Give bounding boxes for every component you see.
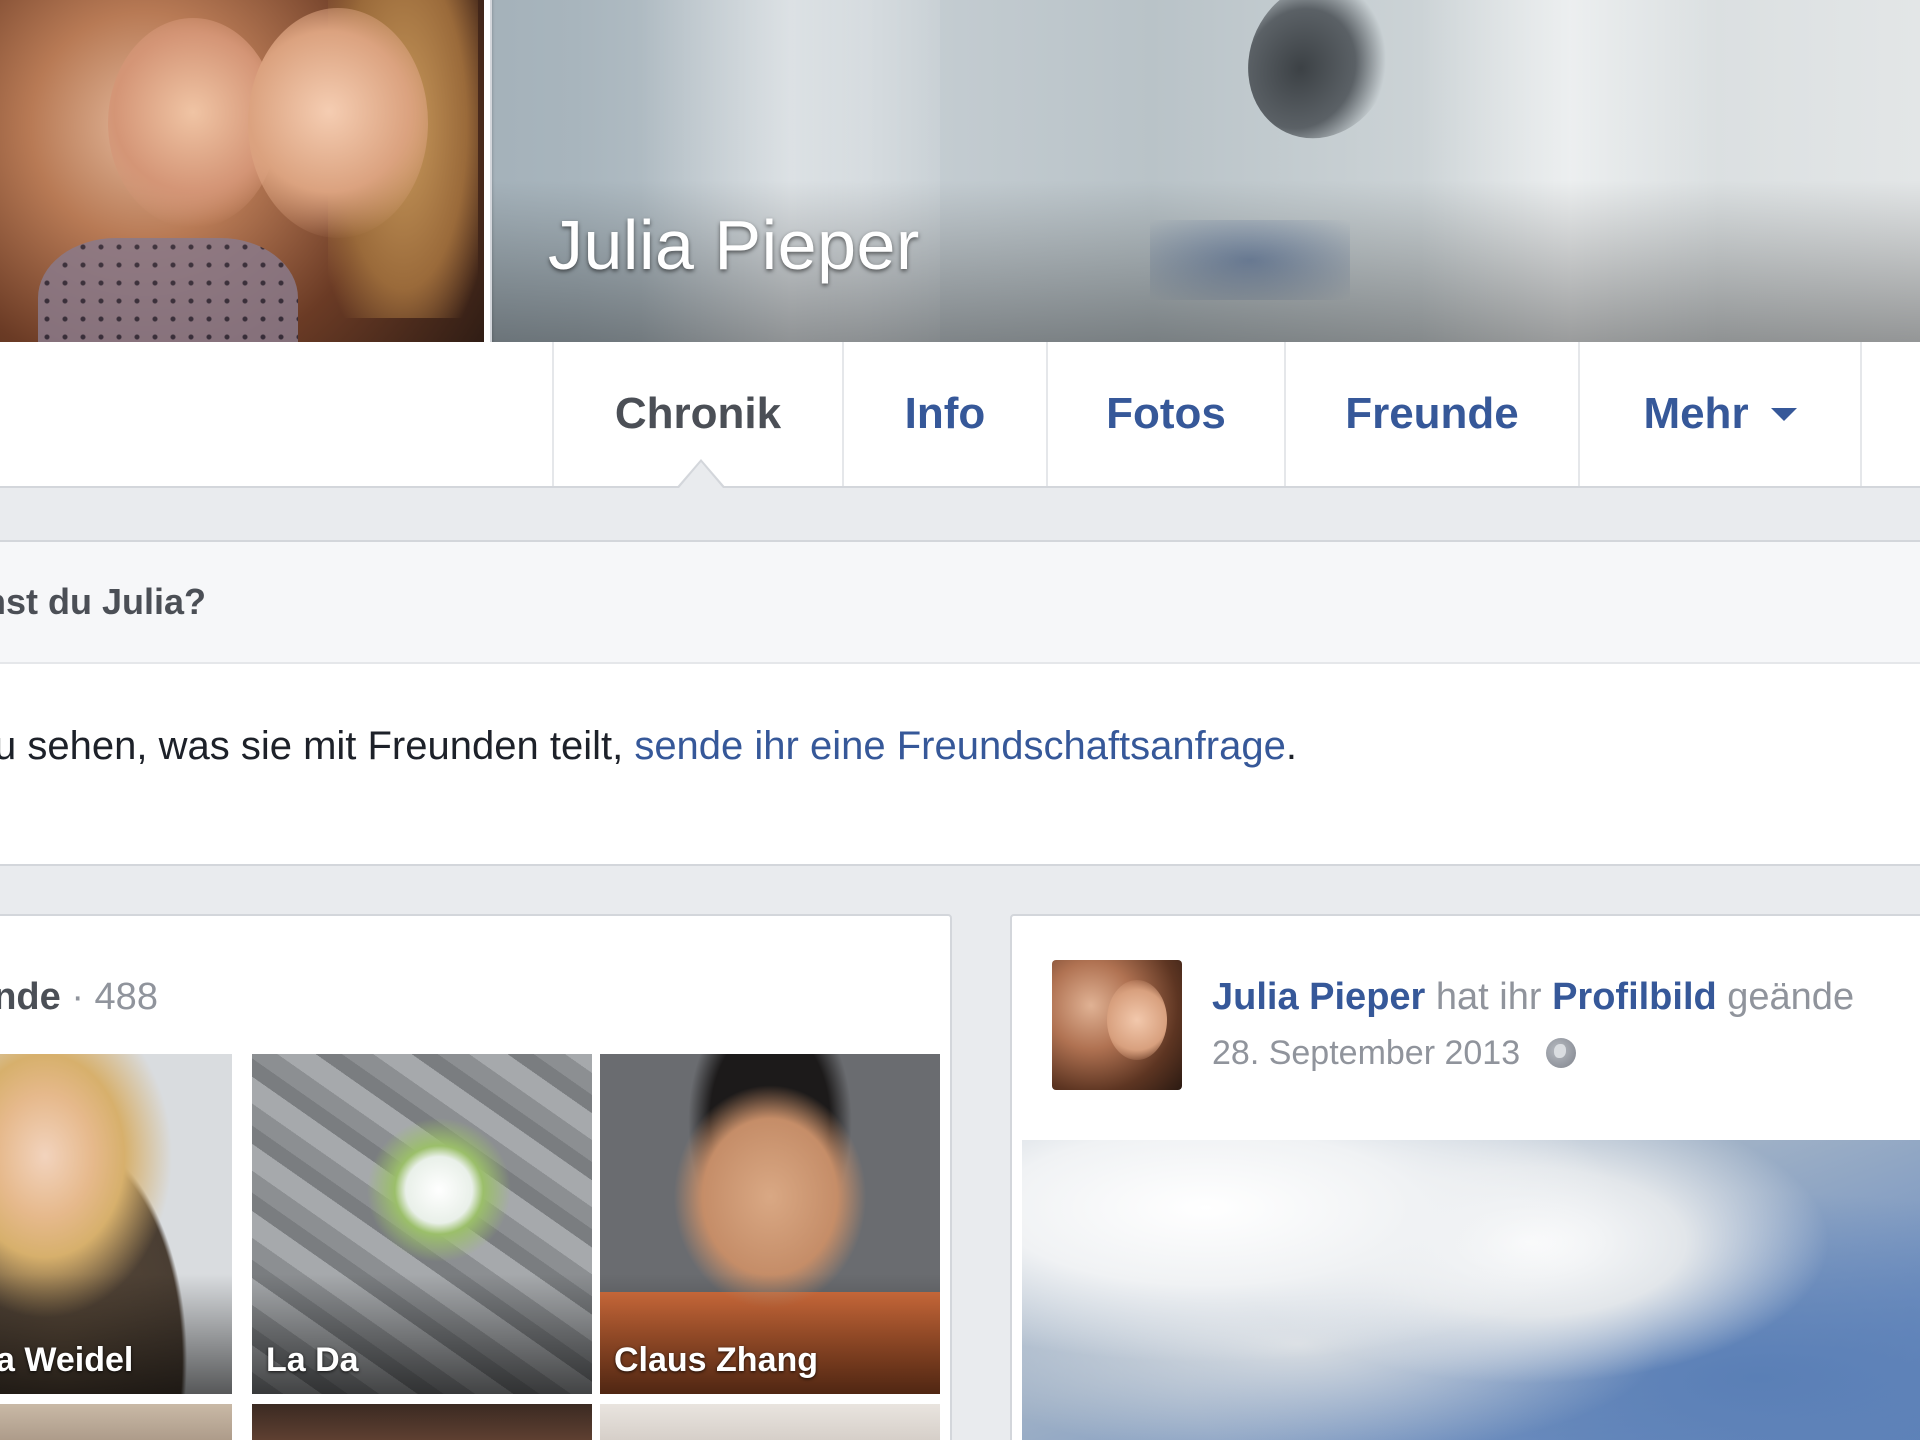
friend-request-prompt: nnst du Julia? zu sehen, was sie mit Fre… <box>0 540 1920 866</box>
friend-name: Claus Zhang <box>614 1341 819 1379</box>
tab-label: Info <box>904 389 986 438</box>
post-meta: 28. September 2013 <box>1212 1034 1577 1073</box>
tab-fotos[interactable]: Fotos <box>1046 342 1284 486</box>
friend-tile[interactable]: Claus Zhang <box>600 1054 940 1394</box>
chevron-down-icon <box>1770 407 1797 421</box>
friend-photo <box>252 1404 592 1440</box>
tab-info[interactable]: Info <box>842 342 1046 486</box>
post-headline-text: hat ihr <box>1425 976 1553 1018</box>
tab-label: Mehr <box>1643 389 1749 438</box>
post-headline: Julia Pieper hat ihr Profilbild geände <box>1212 976 1854 1019</box>
tab-freunde[interactable]: Freunde <box>1284 342 1578 486</box>
send-friend-request-link[interactable]: sende ihr eine Freundschaftsanfrage <box>634 724 1286 768</box>
friend-name: La Da <box>266 1341 359 1379</box>
profile-tab-bar: Chronik Info Fotos Freunde Mehr <box>0 342 1920 488</box>
post-headline-end: geände <box>1716 976 1855 1018</box>
friends-title[interactable]: unde <box>0 976 61 1018</box>
tab-mehr[interactable]: Mehr <box>1578 342 1860 486</box>
post-author-link[interactable]: Julia Pieper <box>1212 976 1425 1018</box>
friend-tile[interactable] <box>0 1404 232 1440</box>
friend-tile[interactable] <box>600 1404 940 1440</box>
globe-icon[interactable] <box>1546 1038 1577 1068</box>
tab-label: Freunde <box>1345 389 1519 438</box>
post-photo[interactable] <box>1022 1140 1920 1440</box>
friends-header: unde · 488 <box>0 976 158 1019</box>
post-author-avatar[interactable] <box>1052 960 1182 1090</box>
profile-name[interactable]: Julia Pieper <box>548 205 920 285</box>
body-text: zu sehen, was sie mit Freunden teilt, <box>0 724 635 768</box>
friend-tile[interactable]: La Da <box>252 1054 592 1394</box>
tab-label: Chronik <box>614 389 782 438</box>
post-date[interactable]: 28. September 2013 <box>1212 1034 1520 1072</box>
friend-tile[interactable]: a Weidel <box>0 1054 232 1394</box>
friend-photo <box>0 1404 232 1440</box>
friend-request-heading: nnst du Julia? <box>0 542 1920 664</box>
heading-text: nnst du Julia? <box>0 581 207 622</box>
timeline-post: Julia Pieper hat ihr Profilbild geände 2… <box>1010 914 1920 1440</box>
active-tab-caret <box>679 462 723 488</box>
friend-photo <box>600 1404 940 1440</box>
profile-picture-link[interactable]: Profilbild <box>1552 976 1717 1018</box>
profile-page: { "profile": { "name": "Julia Pieper" },… <box>0 0 1920 1440</box>
tab-divider <box>1860 342 1920 486</box>
friend-name: a Weidel <box>0 1341 134 1379</box>
friend-tile[interactable] <box>252 1404 592 1440</box>
friends-panel: unde · 488 a Weidel La Da Claus Zhang <box>0 914 952 1440</box>
friends-count: · 488 <box>60 976 158 1018</box>
tab-label: Fotos <box>1106 389 1226 438</box>
friend-request-body: zu sehen, was sie mit Freunden teilt, se… <box>0 664 1920 769</box>
body-text-end: . <box>1285 724 1297 768</box>
